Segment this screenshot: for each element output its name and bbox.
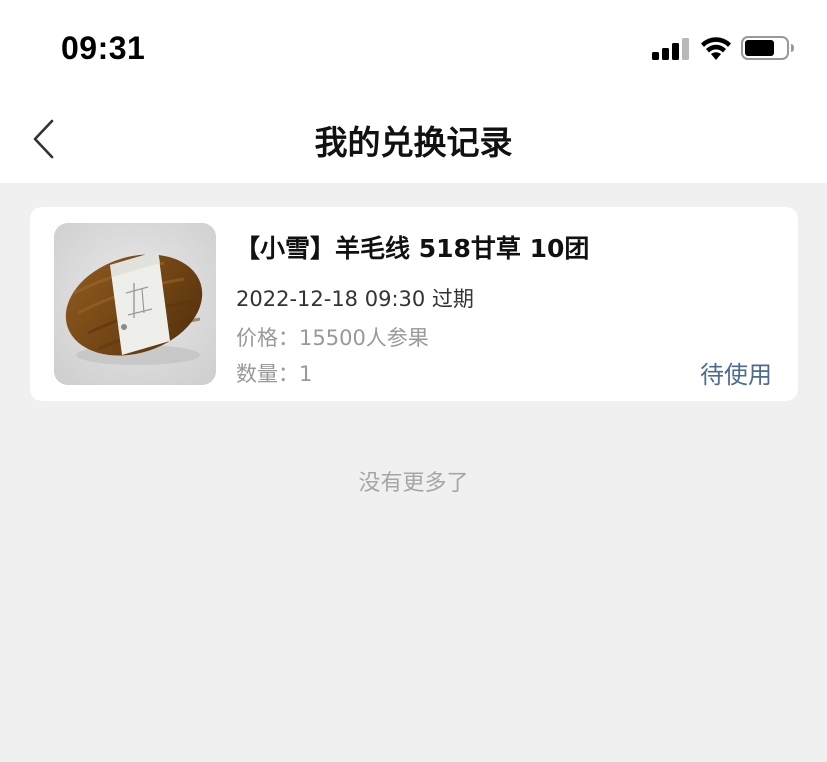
status-bar: 09:31 xyxy=(0,0,827,96)
quantity-value: 1 xyxy=(299,362,313,386)
cellular-signal-icon xyxy=(652,38,689,60)
product-title: 【小雪】羊毛线 518甘草 10团 xyxy=(235,234,590,263)
quantity-row: 数量：1 xyxy=(236,358,312,388)
quantity-label: 数量： xyxy=(236,362,299,386)
expiry-date: 2022-12-18 09:30 过期 xyxy=(236,287,474,311)
battery-icon xyxy=(741,36,794,60)
price-row: 价格：15500人参果 xyxy=(236,322,429,352)
wifi-icon xyxy=(701,37,731,60)
exchange-record-card[interactable]: 【小雪】羊毛线 518甘草 10团 2022-12-18 09:30 过期 价格… xyxy=(30,207,798,401)
status-button[interactable]: 待使用 xyxy=(700,355,772,390)
nav-bar: 我的兑换记录 xyxy=(0,96,827,183)
status-time: 09:31 xyxy=(61,30,146,66)
no-more-hint: 没有更多了 xyxy=(358,471,469,496)
price-label: 价格： xyxy=(236,326,299,350)
page-title: 我的兑换记录 xyxy=(314,123,513,162)
product-image xyxy=(54,223,216,385)
price-value: 15500人参果 xyxy=(299,326,429,350)
